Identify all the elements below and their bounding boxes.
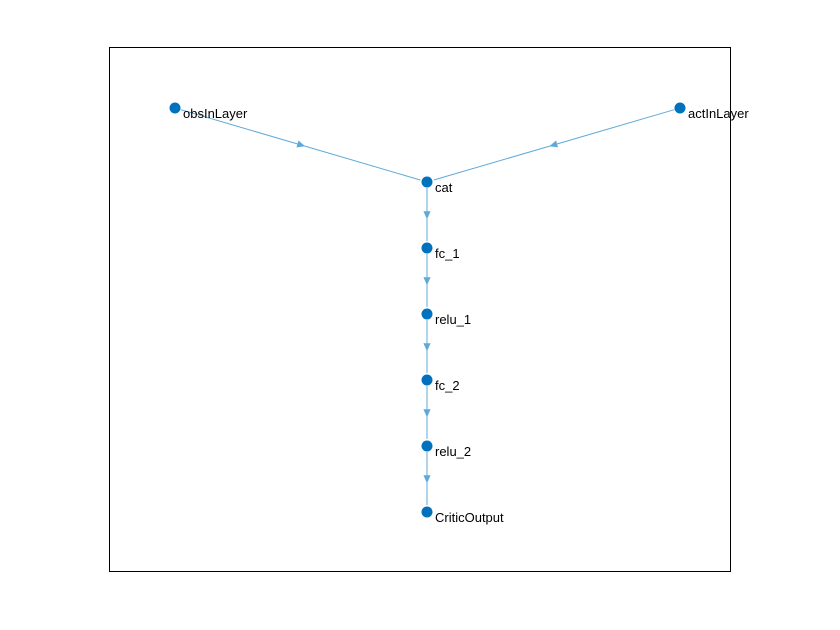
node-fc_2	[422, 375, 432, 385]
node-actInLayer	[675, 103, 685, 113]
node-relu_2	[422, 441, 432, 451]
node-label-fc_2: fc_2	[435, 378, 460, 393]
edge-arrow-icon	[423, 343, 430, 351]
edge-arrow-icon	[423, 277, 430, 285]
edge-arrow-icon	[549, 141, 558, 148]
edge-arrow-icon	[296, 141, 305, 148]
edge-arrow-icon	[423, 475, 430, 483]
node-label-relu_1: relu_1	[435, 312, 471, 327]
node-relu_1	[422, 309, 432, 319]
node-label-cat: cat	[435, 180, 453, 195]
node-label-actInLayer: actInLayer	[688, 106, 749, 121]
figure-canvas: obsInLayer actInLayer cat fc_1 relu_1 fc_2rel…	[0, 0, 840, 630]
node-fc_1	[422, 243, 432, 253]
node-label-relu_2: relu_2	[435, 444, 471, 459]
node-obsInLayer	[170, 103, 180, 113]
node-label-CriticOutput: CriticOutput	[435, 510, 504, 525]
node-label-obsInLayer: obsInLayer	[183, 106, 248, 121]
node-CriticOutput	[422, 507, 432, 517]
edge-arrow-icon	[423, 409, 430, 417]
network-graph: obsInLayer actInLayer cat fc_1 relu_1 fc_2rel…	[0, 0, 840, 630]
edge-arrow-icon	[423, 211, 430, 219]
node-label-fc_1: fc_1	[435, 246, 460, 261]
node-cat	[422, 177, 432, 187]
